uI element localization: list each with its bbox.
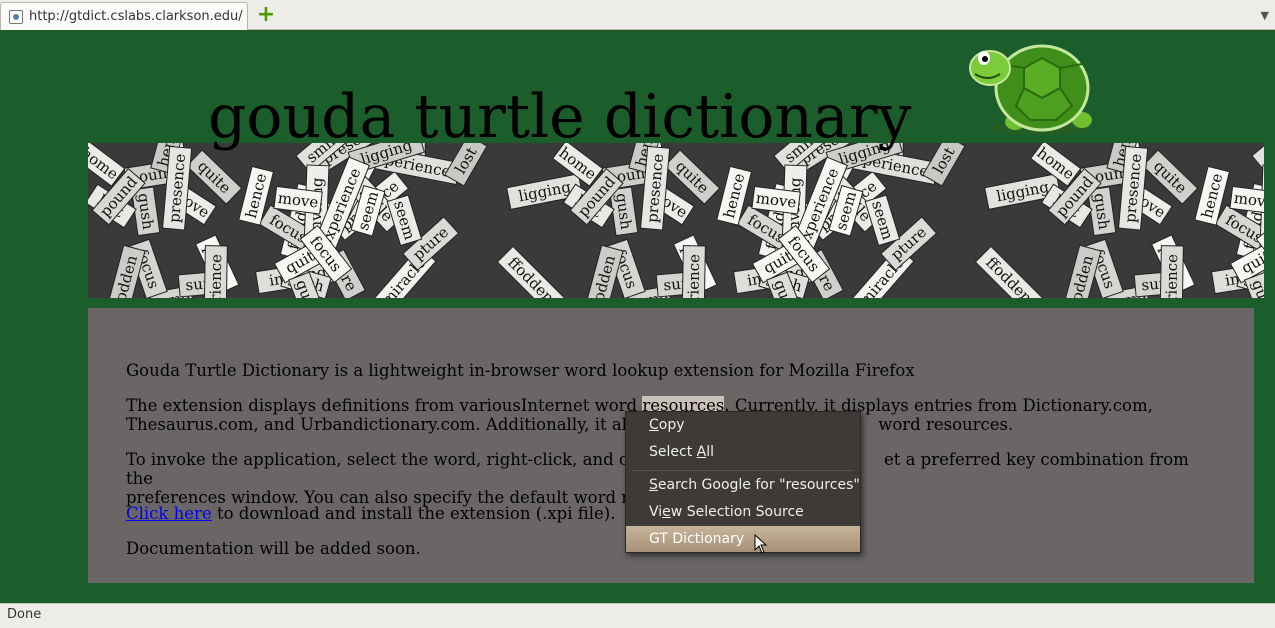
menu-item-select-all[interactable]: Select All xyxy=(626,439,860,465)
mouse-cursor-icon xyxy=(754,534,768,554)
menu-separator xyxy=(632,470,854,471)
status-text: Done xyxy=(7,607,42,622)
browser-tab[interactable]: http://gtdict.cslabs.clarkson.edu/ xyxy=(0,2,248,30)
svg-text:experience: experience xyxy=(684,254,703,298)
favicon-icon xyxy=(9,9,23,24)
page-title: gouda turtle dictionary xyxy=(208,82,912,152)
turtle-icon xyxy=(969,44,1092,135)
context-menu: Copy Select All Search Google for "resou… xyxy=(625,411,861,553)
banner-image: ptureffoddenpresencemoveexperienceseemgu… xyxy=(88,143,1264,298)
menu-item-copy[interactable]: Copy xyxy=(626,412,860,438)
svg-text:experience: experience xyxy=(1162,254,1181,298)
menu-item-gt-dictionary[interactable]: GT Dictionary xyxy=(626,526,860,552)
svg-text:experience: experience xyxy=(206,254,225,298)
status-bar: Done xyxy=(0,603,1275,628)
download-link[interactable]: Click here xyxy=(126,504,212,523)
intro-paragraph: Gouda Turtle Dictionary is a lightweight… xyxy=(126,361,915,380)
chevron-down-icon[interactable]: ▼ xyxy=(1261,9,1269,22)
menu-item-search-google[interactable]: Search Google for "resources" xyxy=(626,472,860,498)
plus-icon[interactable]: + xyxy=(256,4,276,26)
tab-bar: http://gtdict.cslabs.clarkson.edu/ + ▼ xyxy=(0,0,1275,30)
menu-item-view-selection-source[interactable]: View Selection Source xyxy=(626,499,860,525)
tab-title: http://gtdict.cslabs.clarkson.edu/ xyxy=(29,9,243,24)
